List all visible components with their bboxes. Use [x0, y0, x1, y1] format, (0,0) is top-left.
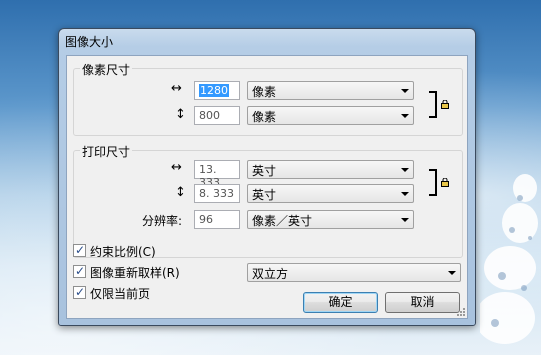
pixel-width-input[interactable]: 1280	[194, 81, 240, 100]
resample-method-value: 双立方	[252, 267, 289, 281]
title-bar[interactable]: 图像大小	[59, 29, 475, 51]
resample-image-checkbox[interactable]: ✓	[73, 264, 86, 278]
pixel-height-unit-select[interactable]: 像素	[247, 106, 414, 125]
chevron-down-icon	[401, 218, 409, 222]
horizontal-arrow-icon: ↔	[171, 81, 182, 96]
resolution-unit-select[interactable]: 像素／英寸	[247, 210, 414, 229]
resample-method-select[interactable]: 双立方	[247, 263, 461, 282]
dialog-title: 图像大小	[65, 35, 114, 49]
pixel-width-value: 1280	[199, 84, 229, 97]
chevron-down-icon	[401, 89, 409, 93]
ok-button[interactable]: 确定	[303, 292, 378, 313]
print-height-unit-value: 英寸	[252, 188, 277, 202]
chevron-down-icon	[401, 192, 409, 196]
pixel-dimensions-group	[73, 68, 463, 136]
pixel-height-value: 800	[199, 109, 220, 122]
chevron-down-icon	[401, 168, 409, 172]
resolution-unit-value: 像素／英寸	[252, 214, 313, 228]
cancel-button[interactable]: 取消	[385, 292, 460, 313]
print-size-title: 打印尺寸	[80, 143, 133, 160]
pixel-width-unit-value: 像素	[252, 85, 277, 99]
resolution-label: 分辨率:	[142, 214, 183, 228]
current-page-only-label[interactable]: 仅限当前页	[90, 285, 150, 302]
chevron-down-icon	[401, 114, 409, 118]
pixel-height-unit-value: 像素	[252, 110, 277, 124]
resize-grip-icon[interactable]	[456, 307, 466, 317]
pixel-height-input[interactable]: 800	[194, 106, 240, 125]
chevron-down-icon	[448, 271, 456, 275]
checkmark-icon: ✓	[75, 285, 86, 299]
lock-icon	[441, 178, 449, 187]
snowy-tree-decoration	[480, 174, 538, 344]
pixel-dimensions-title: 像素尺寸	[80, 61, 133, 78]
current-page-only-checkbox[interactable]: ✓	[73, 285, 86, 299]
vertical-arrow-icon: ↕	[175, 107, 186, 122]
print-height-value: 8. 333	[199, 187, 234, 200]
resolution-value: 96	[199, 213, 213, 226]
print-height-input[interactable]: 8. 333	[194, 184, 240, 203]
pixel-width-unit-select[interactable]: 像素	[247, 81, 414, 100]
print-height-unit-select[interactable]: 英寸	[247, 184, 414, 203]
constrain-proportions-checkbox[interactable]: ✓	[73, 243, 86, 257]
image-size-dialog: 图像大小 像素尺寸 ↔ 1280 像素 ↕ 800 像素 打印尺寸 ↔ 13. …	[58, 28, 476, 326]
dialog-client-area: 像素尺寸 ↔ 1280 像素 ↕ 800 像素 打印尺寸 ↔ 13. 333 英…	[66, 55, 468, 319]
print-width-unit-select[interactable]: 英寸	[247, 160, 414, 179]
horizontal-arrow-icon: ↔	[171, 160, 182, 175]
vertical-arrow-icon: ↕	[175, 185, 186, 200]
pixel-link-bracket	[429, 91, 437, 118]
constrain-proportions-label[interactable]: 约束比例(C)	[90, 243, 156, 260]
print-width-input[interactable]: 13. 333	[194, 160, 240, 189]
print-link-bracket	[429, 169, 437, 196]
checkmark-icon: ✓	[75, 243, 86, 257]
print-width-unit-value: 英寸	[252, 164, 277, 178]
checkmark-icon: ✓	[75, 264, 86, 278]
resolution-input[interactable]: 96	[194, 210, 240, 229]
lock-icon	[441, 100, 449, 109]
resample-image-label[interactable]: 图像重新取样(R)	[90, 264, 180, 281]
